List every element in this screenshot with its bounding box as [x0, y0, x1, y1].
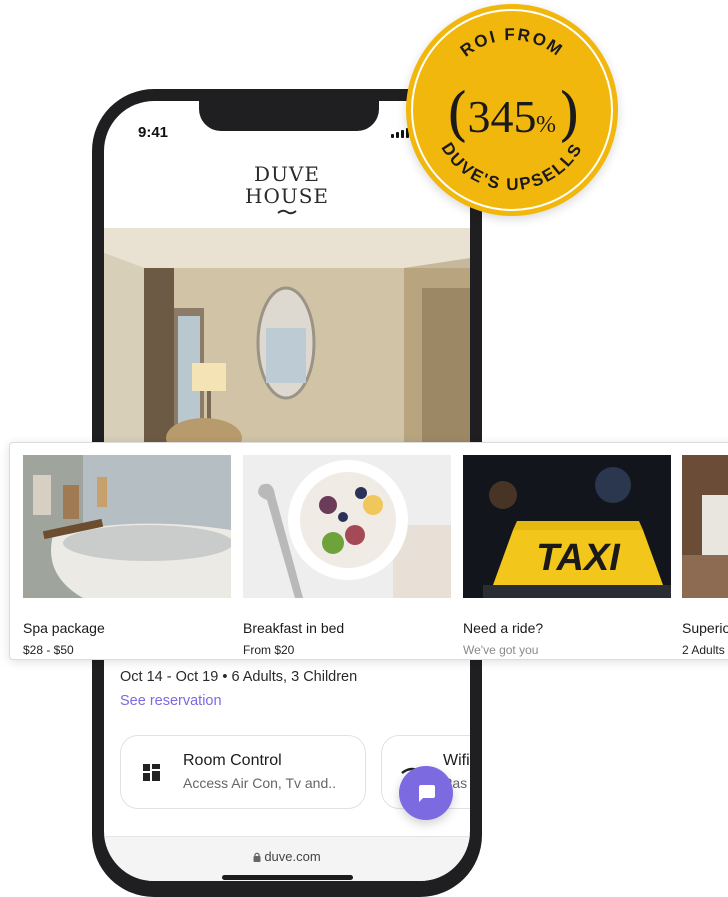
see-reservation-link[interactable]: See reservation [120, 693, 222, 709]
superior-room-image [682, 455, 728, 598]
spa-image [23, 455, 231, 598]
logo-wave-icon [277, 209, 297, 215]
room-photo [104, 228, 470, 458]
badge-right-paren: ) [558, 80, 581, 148]
badge-left-paren: ( [446, 80, 469, 148]
taxi-image: TAXI [463, 455, 671, 598]
card-title: Room Control [183, 752, 282, 769]
lock-icon [253, 852, 261, 862]
status-time: 9:41 [138, 124, 169, 141]
breakfast-image [243, 455, 451, 598]
chat-button[interactable] [399, 766, 453, 820]
roi-badge: ROI FROM DUVE'S UPSELLS ( ) 345 % [406, 4, 618, 216]
upsell-title: Spa package [23, 620, 105, 636]
upsell-price: $28 - $50 [23, 643, 74, 657]
home-indicator [222, 875, 353, 880]
room-control-card[interactable]: Room Control Access Air Con, Tv and.. [120, 735, 366, 809]
upsell-price: From $20 [243, 643, 295, 657]
upsell-price: 2 Adults [682, 643, 725, 657]
upsell-item-spa[interactable]: Spa package $28 - $50 [23, 455, 231, 657]
svg-text:ROI FROM: ROI FROM [457, 25, 567, 61]
upsell-carousel: Spa package $28 - $50 Breakfast in bed F… [9, 442, 728, 660]
upsell-price: We've got you [463, 643, 539, 657]
browser-url[interactable]: duve.com [104, 849, 470, 864]
card-subtitle: Access Air Con, Tv and.. [183, 775, 337, 791]
browser-bar: duve.com [104, 836, 470, 881]
phone-notch [199, 101, 379, 131]
badge-unit: % [536, 112, 556, 138]
upsell-title: Need a ride? [463, 620, 544, 636]
room-control-icon [143, 764, 160, 781]
upsell-title: Superior [682, 620, 728, 636]
badge-value: 345 [468, 91, 537, 142]
upsell-item-breakfast[interactable]: Breakfast in bed From $20 [243, 455, 451, 657]
reservation-dates: Oct 14 - Oct 19 • 6 Adults, 3 Children [120, 669, 358, 685]
taxi-sign-text: TAXI [536, 537, 621, 579]
badge-top-text: ROI FROM [457, 25, 565, 61]
upsell-title: Breakfast in bed [243, 620, 345, 636]
upsell-item-superior[interactable]: Superior 2 Adults [682, 455, 728, 657]
card-title: Wifi [443, 752, 470, 769]
upsell-item-taxi[interactable]: TAXI Need a ride? We've got you [463, 455, 671, 657]
url-text: duve.com [264, 849, 321, 864]
chat-icon [419, 785, 435, 802]
